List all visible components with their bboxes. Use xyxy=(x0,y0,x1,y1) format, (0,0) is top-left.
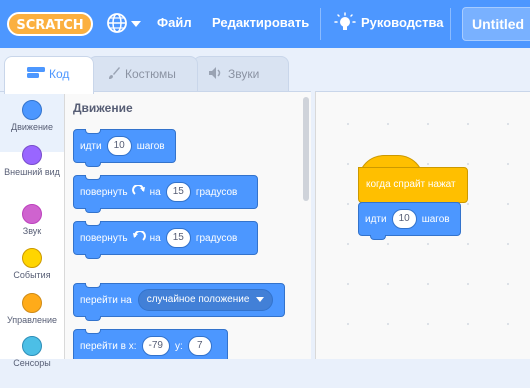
degrees-input[interactable]: 15 xyxy=(165,182,191,202)
goto-block[interactable]: перейти на случайное положение xyxy=(73,283,285,321)
degrees-input[interactable]: 15 xyxy=(165,228,191,248)
editor-tabs: Звуки Костюмы Код xyxy=(0,48,530,94)
category-menu: Движение Внешний вид Звук События Управл… xyxy=(0,91,65,368)
block-text: перейти на xyxy=(80,294,132,306)
block-text: на xyxy=(149,232,161,244)
sound-color-dot xyxy=(22,204,42,224)
block-text: перейти в x: xyxy=(80,340,137,352)
block-text: повернуть xyxy=(80,186,128,198)
dropdown-value: случайное положение xyxy=(146,294,250,305)
block-palette: Движение идти 10 шагов повернуть на 15 г… xyxy=(65,91,311,359)
tutorials-label: Руководства xyxy=(361,15,444,30)
rotate-right-icon xyxy=(131,185,145,195)
block-text: шагов xyxy=(421,213,450,225)
x-input[interactable]: -79 xyxy=(141,336,170,356)
block-text: идти xyxy=(365,213,387,225)
events-color-dot xyxy=(22,248,42,268)
menu-divider xyxy=(320,8,321,40)
motion-color-dot xyxy=(22,100,42,120)
goto-target-dropdown[interactable]: случайное положение xyxy=(137,289,274,311)
block-notch xyxy=(85,175,101,180)
block-notch xyxy=(85,329,101,334)
control-color-dot xyxy=(22,293,42,313)
language-menu[interactable] xyxy=(106,12,142,36)
code-blocks-icon xyxy=(27,67,45,79)
block-notch xyxy=(85,221,101,226)
block-notch xyxy=(85,283,101,288)
category-label: События xyxy=(13,270,51,280)
rotate-left-icon xyxy=(132,231,146,241)
tab-code-label: Код xyxy=(49,67,70,81)
category-label: Движение xyxy=(11,122,53,132)
globe-icon xyxy=(107,13,127,33)
turn-left-block[interactable]: повернуть на 15 градусов xyxy=(73,221,258,259)
menu-bar: SCRATCH Файл Редактировать Руководства U… xyxy=(0,0,530,48)
block-text: y: xyxy=(174,340,183,352)
lightbulb-icon xyxy=(334,12,356,30)
block-notch xyxy=(370,235,386,240)
sensing-color-dot xyxy=(22,336,42,356)
block-text: градусов xyxy=(195,232,238,244)
steps-input[interactable]: 10 xyxy=(106,136,132,156)
block-text: градусов xyxy=(195,186,238,198)
category-label: Звук xyxy=(22,226,42,236)
brush-icon xyxy=(109,67,120,80)
looks-color-dot xyxy=(22,145,42,165)
category-looks[interactable]: Внешний вид xyxy=(0,137,64,197)
palette-section-title: Движение xyxy=(73,101,133,115)
block-text: шагов xyxy=(136,140,165,152)
turn-right-block[interactable]: повернуть на 15 градусов xyxy=(73,175,258,213)
block-text: идти xyxy=(80,140,102,152)
tab-sounds[interactable]: Звуки xyxy=(193,56,289,94)
when-sprite-clicked-block[interactable]: когда спрайт нажат xyxy=(358,155,468,208)
caret-down-icon xyxy=(256,296,265,302)
tab-costumes-label: Костюмы xyxy=(125,67,176,81)
tab-code[interactable]: Код xyxy=(4,56,94,94)
svg-text:SCRATCH: SCRATCH xyxy=(16,18,83,33)
block-text: повернуть xyxy=(80,232,128,244)
block-notch xyxy=(85,254,101,259)
speaker-icon xyxy=(209,67,221,80)
scratch-logo[interactable]: SCRATCH xyxy=(7,10,93,38)
tab-sounds-label: Звуки xyxy=(228,67,260,81)
category-label: Внешний вид xyxy=(4,167,60,177)
block-notch xyxy=(85,162,101,167)
script-move-steps-block[interactable]: идти 10 шагов xyxy=(358,202,461,240)
category-sensing[interactable]: Сенсоры xyxy=(0,328,64,388)
caret-down-icon xyxy=(131,21,141,27)
move-steps-block[interactable]: идти 10 шагов xyxy=(73,129,176,167)
goto-xy-block[interactable]: перейти в x: -79 y: 7 xyxy=(73,329,228,359)
category-label: Управление xyxy=(6,315,58,325)
hat-block-label: когда спрайт нажат xyxy=(366,179,456,190)
project-title-input[interactable]: Untitled xyxy=(462,7,530,41)
edit-menu[interactable]: Редактировать xyxy=(212,0,309,48)
block-notch xyxy=(85,208,101,213)
palette-scrollbar[interactable] xyxy=(303,97,309,201)
block-notch xyxy=(85,129,101,134)
steps-input[interactable]: 10 xyxy=(391,209,417,229)
category-label: Сенсоры xyxy=(13,358,51,368)
y-input[interactable]: 7 xyxy=(187,336,212,356)
block-notch xyxy=(85,316,101,321)
menu-divider xyxy=(450,8,451,40)
tab-costumes[interactable]: Костюмы xyxy=(88,56,198,94)
file-menu[interactable]: Файл xyxy=(157,0,192,48)
tutorials-menu[interactable]: Руководства xyxy=(334,0,444,48)
block-text: на xyxy=(149,186,161,198)
